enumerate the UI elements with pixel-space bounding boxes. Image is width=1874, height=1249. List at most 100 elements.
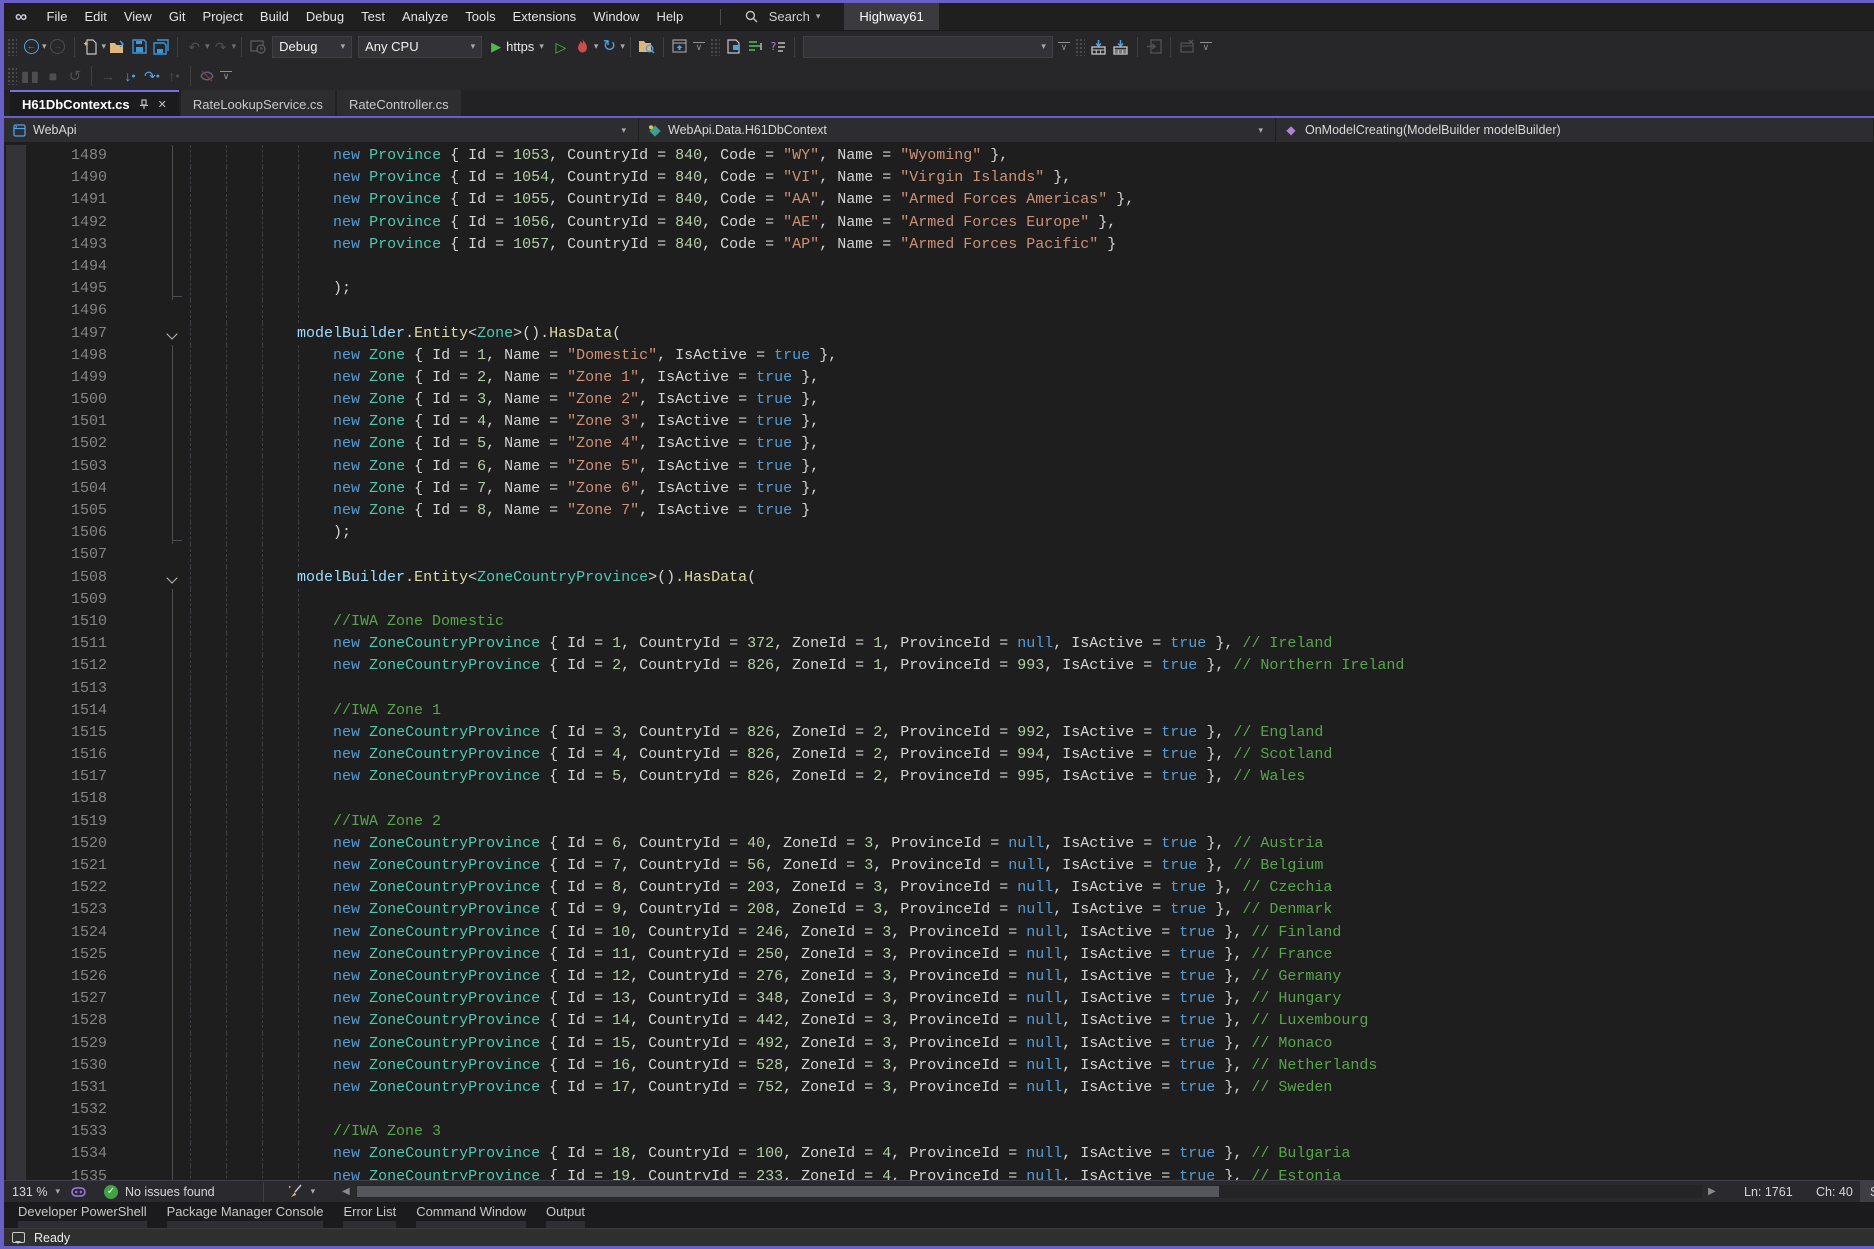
outlining-margin[interactable] bbox=[129, 145, 189, 167]
code-line[interactable]: 1516 new ZoneCountryProvince { Id = 4, C… bbox=[4, 744, 1874, 766]
outlining-margin[interactable] bbox=[129, 855, 189, 877]
outlining-margin[interactable] bbox=[129, 300, 189, 322]
outlining-margin[interactable] bbox=[129, 722, 189, 744]
menu-item-edit[interactable]: Edit bbox=[76, 3, 115, 30]
panel-tab-error-list[interactable]: Error List bbox=[335, 1202, 404, 1228]
open-file-button[interactable] bbox=[106, 36, 128, 58]
code-text[interactable]: new ZoneCountryProvince { Id = 18, Count… bbox=[189, 1143, 1874, 1165]
code-text[interactable]: ); bbox=[189, 278, 1874, 300]
code-line[interactable]: 1495 ); bbox=[4, 278, 1874, 300]
code-text[interactable]: new Province { Id = 1054, CountryId = 84… bbox=[189, 167, 1874, 189]
collapse-chevron-icon[interactable] bbox=[166, 328, 177, 339]
code-line[interactable]: 1508 modelBuilder.Entity<ZoneCountryProv… bbox=[4, 567, 1874, 589]
menu-item-test[interactable]: Test bbox=[353, 3, 394, 30]
code-text[interactable]: modelBuilder.Entity<Zone>().HasData( bbox=[189, 323, 1874, 345]
find-in-files-button[interactable] bbox=[636, 36, 658, 58]
toolbar-overflow-icon[interactable]: ∨ bbox=[693, 42, 705, 52]
save-button[interactable] bbox=[128, 36, 150, 58]
code-text[interactable] bbox=[189, 544, 1874, 566]
toolbar-grip[interactable] bbox=[7, 67, 17, 85]
outlining-margin[interactable] bbox=[129, 345, 189, 367]
outlining-margin[interactable] bbox=[129, 1143, 189, 1165]
exit-frame-icon[interactable] bbox=[1143, 36, 1165, 58]
code-text[interactable]: new ZoneCountryProvince { Id = 1, Countr… bbox=[189, 633, 1874, 655]
pin-icon[interactable] bbox=[138, 98, 150, 110]
code-line[interactable]: 1528 new ZoneCountryProvince { Id = 14, … bbox=[4, 1010, 1874, 1032]
scroll-right-arrow[interactable]: ▶ bbox=[1708, 1186, 1716, 1197]
outlining-margin[interactable] bbox=[129, 456, 189, 478]
document-tab[interactable]: H61DbContext.cs✕ bbox=[10, 90, 179, 116]
step-into-button[interactable]: ↓● bbox=[119, 65, 141, 87]
menu-item-help[interactable]: Help bbox=[648, 3, 692, 30]
code-line[interactable]: 1496 bbox=[4, 300, 1874, 322]
menu-item-extensions[interactable]: Extensions bbox=[504, 3, 585, 30]
search-control[interactable]: Search ▾ bbox=[731, 6, 831, 28]
outlining-margin[interactable] bbox=[129, 1121, 189, 1143]
code-line[interactable]: 1502 new Zone { Id = 5, Name = "Zone 4",… bbox=[4, 433, 1874, 455]
outlining-margin[interactable] bbox=[129, 877, 189, 899]
pause-button[interactable]: ▮▮ bbox=[20, 65, 42, 87]
outlining-margin[interactable] bbox=[129, 611, 189, 633]
delete-table-icon[interactable] bbox=[1176, 36, 1198, 58]
code-text[interactable]: new Province { Id = 1057, CountryId = 84… bbox=[189, 234, 1874, 256]
toolbar-grip[interactable] bbox=[7, 38, 17, 56]
show-next-statement-button[interactable]: → bbox=[97, 65, 119, 87]
outlining-margin[interactable] bbox=[129, 433, 189, 455]
outlining-margin[interactable] bbox=[129, 500, 189, 522]
panel-tab-developer-powershell[interactable]: Developer PowerShell bbox=[10, 1202, 155, 1228]
sort-lines-icon[interactable] bbox=[745, 36, 767, 58]
outlining-margin[interactable] bbox=[129, 323, 189, 345]
code-text[interactable]: new Zone { Id = 1, Name = "Domestic", Is… bbox=[189, 345, 1874, 367]
outlining-margin[interactable] bbox=[129, 833, 189, 855]
code-text[interactable]: new ZoneCountryProvince { Id = 9, Countr… bbox=[189, 899, 1874, 921]
toolbar-grip[interactable] bbox=[1075, 38, 1085, 56]
code-line[interactable]: 1506 ); bbox=[4, 522, 1874, 544]
code-line[interactable]: 1507 bbox=[4, 544, 1874, 566]
outlining-margin[interactable] bbox=[129, 544, 189, 566]
outlining-margin[interactable] bbox=[129, 256, 189, 278]
document-tab[interactable]: RateController.cs bbox=[337, 90, 461, 116]
code-line[interactable]: 1532 bbox=[4, 1099, 1874, 1121]
code-text[interactable]: new ZoneCountryProvince { Id = 11, Count… bbox=[189, 944, 1874, 966]
code-line[interactable]: 1524 new ZoneCountryProvince { Id = 10, … bbox=[4, 922, 1874, 944]
horizontal-scrollbar[interactable] bbox=[356, 1185, 1702, 1198]
code-line[interactable]: 1530 new ZoneCountryProvince { Id = 16, … bbox=[4, 1055, 1874, 1077]
code-line[interactable]: 1494 bbox=[4, 256, 1874, 278]
code-text[interactable]: new ZoneCountryProvince { Id = 6, Countr… bbox=[189, 833, 1874, 855]
scrollbar-thumb[interactable] bbox=[357, 1186, 1219, 1197]
code-text[interactable]: ); bbox=[189, 522, 1874, 544]
redo-button[interactable]: ↷ bbox=[210, 36, 232, 58]
code-line[interactable]: 1523 new ZoneCountryProvince { Id = 9, C… bbox=[4, 899, 1874, 921]
outlining-margin[interactable] bbox=[129, 744, 189, 766]
hot-reload-button[interactable] bbox=[572, 36, 594, 58]
code-text[interactable]: //IWA Zone 1 bbox=[189, 700, 1874, 722]
outlining-margin[interactable] bbox=[129, 1166, 189, 1180]
outlining-margin[interactable] bbox=[129, 788, 189, 810]
code-line[interactable]: 1493 new Province { Id = 1057, CountryId… bbox=[4, 234, 1874, 256]
solution-configuration-select[interactable]: Debug ▾ bbox=[272, 36, 352, 58]
code-line[interactable]: 1533 //IWA Zone 3 bbox=[4, 1121, 1874, 1143]
code-line[interactable]: 1535 new ZoneCountryProvince { Id = 19, … bbox=[4, 1166, 1874, 1180]
code-text[interactable]: new Zone { Id = 6, Name = "Zone 5", IsAc… bbox=[189, 456, 1874, 478]
outlining-margin[interactable] bbox=[129, 234, 189, 256]
outlining-margin[interactable] bbox=[129, 922, 189, 944]
code-text[interactable] bbox=[189, 1099, 1874, 1121]
toolbar-grip[interactable] bbox=[710, 38, 720, 56]
code-line[interactable]: 1534 new ZoneCountryProvince { Id = 18, … bbox=[4, 1143, 1874, 1165]
code-cleanup-button[interactable]: ▾ bbox=[285, 1181, 316, 1203]
code-line[interactable]: 1526 new ZoneCountryProvince { Id = 12, … bbox=[4, 966, 1874, 988]
code-text[interactable]: modelBuilder.Entity<ZoneCountryProvince>… bbox=[189, 567, 1874, 589]
toolbar-overflow-icon[interactable]: ∨ bbox=[1200, 42, 1212, 52]
collapse-chevron-icon[interactable] bbox=[166, 572, 177, 583]
outlining-margin[interactable] bbox=[129, 411, 189, 433]
panel-tab-package-manager-console[interactable]: Package Manager Console bbox=[159, 1202, 332, 1228]
code-text[interactable]: new ZoneCountryProvince { Id = 3, Countr… bbox=[189, 722, 1874, 744]
code-line[interactable]: 1522 new ZoneCountryProvince { Id = 8, C… bbox=[4, 877, 1874, 899]
code-line[interactable]: 1491 new Province { Id = 1055, CountryId… bbox=[4, 189, 1874, 211]
code-text[interactable]: //IWA Zone 3 bbox=[189, 1121, 1874, 1143]
code-text[interactable] bbox=[189, 678, 1874, 700]
code-text[interactable]: new Zone { Id = 2, Name = "Zone 1", IsAc… bbox=[189, 367, 1874, 389]
add-to-source-control-icon[interactable] bbox=[669, 36, 691, 58]
feedback-icon[interactable] bbox=[12, 1232, 25, 1243]
line-indicator[interactable]: Ln: 1761 bbox=[1744, 1185, 1793, 1199]
